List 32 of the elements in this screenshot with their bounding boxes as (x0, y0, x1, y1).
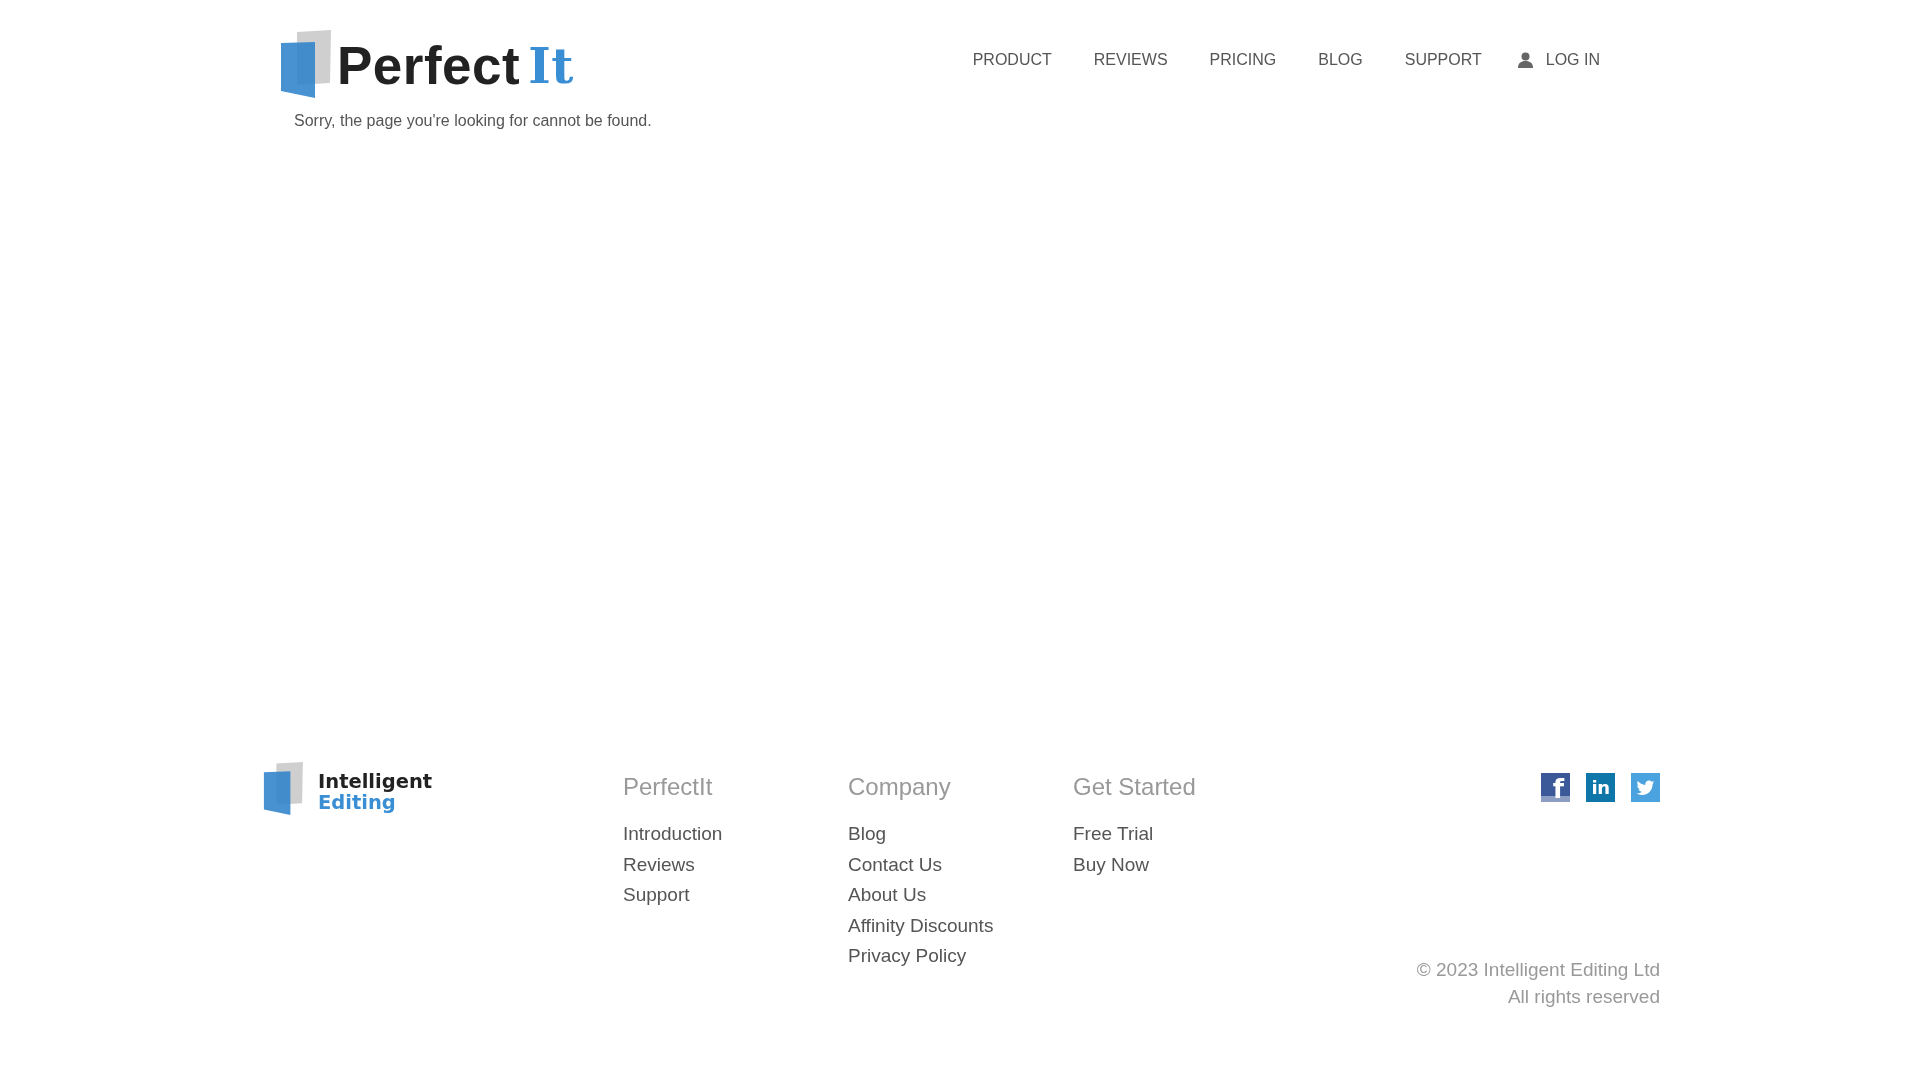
logo-text: Perfect (337, 39, 521, 93)
person-icon (1517, 52, 1533, 68)
facebook-icon[interactable]: f (1541, 773, 1570, 802)
nav-link[interactable]: SUPPORT (1404, 50, 1482, 70)
logo-text: Editing (318, 792, 396, 813)
nav-link[interactable]: BLOG (1318, 50, 1363, 70)
logo-text: It (528, 39, 574, 93)
footer-heading: Get Started (1073, 772, 1196, 802)
login-link[interactable]: LOG IN (1517, 50, 1600, 70)
footer-link[interactable]: Buy Now (1073, 849, 1150, 880)
copyright-text: All rights reserved (1507, 985, 1660, 1009)
footer-heading: PerfectIt (623, 772, 713, 802)
copyright-text: © 2023 Intelligent Editing Ltd (1416, 958, 1660, 982)
footer-link[interactable]: Support (623, 880, 690, 911)
nav-link[interactable]: PRICING (1209, 50, 1277, 70)
linkedin-icon[interactable]: in (1586, 773, 1615, 802)
twitter-icon[interactable] (1631, 773, 1660, 802)
footer-link[interactable]: Introduction (623, 819, 723, 850)
logo-text: Intelligent (318, 771, 433, 792)
footer-link[interactable]: Affinity Discounts (848, 910, 994, 941)
logo-icon[interactable] (280, 30, 331, 98)
nav-link[interactable]: REVIEWS (1093, 50, 1168, 70)
footer-link[interactable]: Contact Us (848, 849, 942, 880)
footer-link[interactable]: Free Trial (1073, 819, 1154, 850)
footer-link[interactable]: Reviews (623, 849, 695, 880)
footer-link[interactable]: Privacy Policy (848, 941, 967, 972)
footer-link[interactable]: Blog (848, 819, 887, 850)
footer-heading: Company (848, 772, 951, 802)
nav-link[interactable]: PRODUCT (972, 50, 1052, 70)
error-message: Sorry, the page you're looking for cannot be found. (294, 111, 652, 131)
logo-icon[interactable] (263, 762, 303, 815)
footer-link[interactable]: About Us (848, 880, 927, 911)
